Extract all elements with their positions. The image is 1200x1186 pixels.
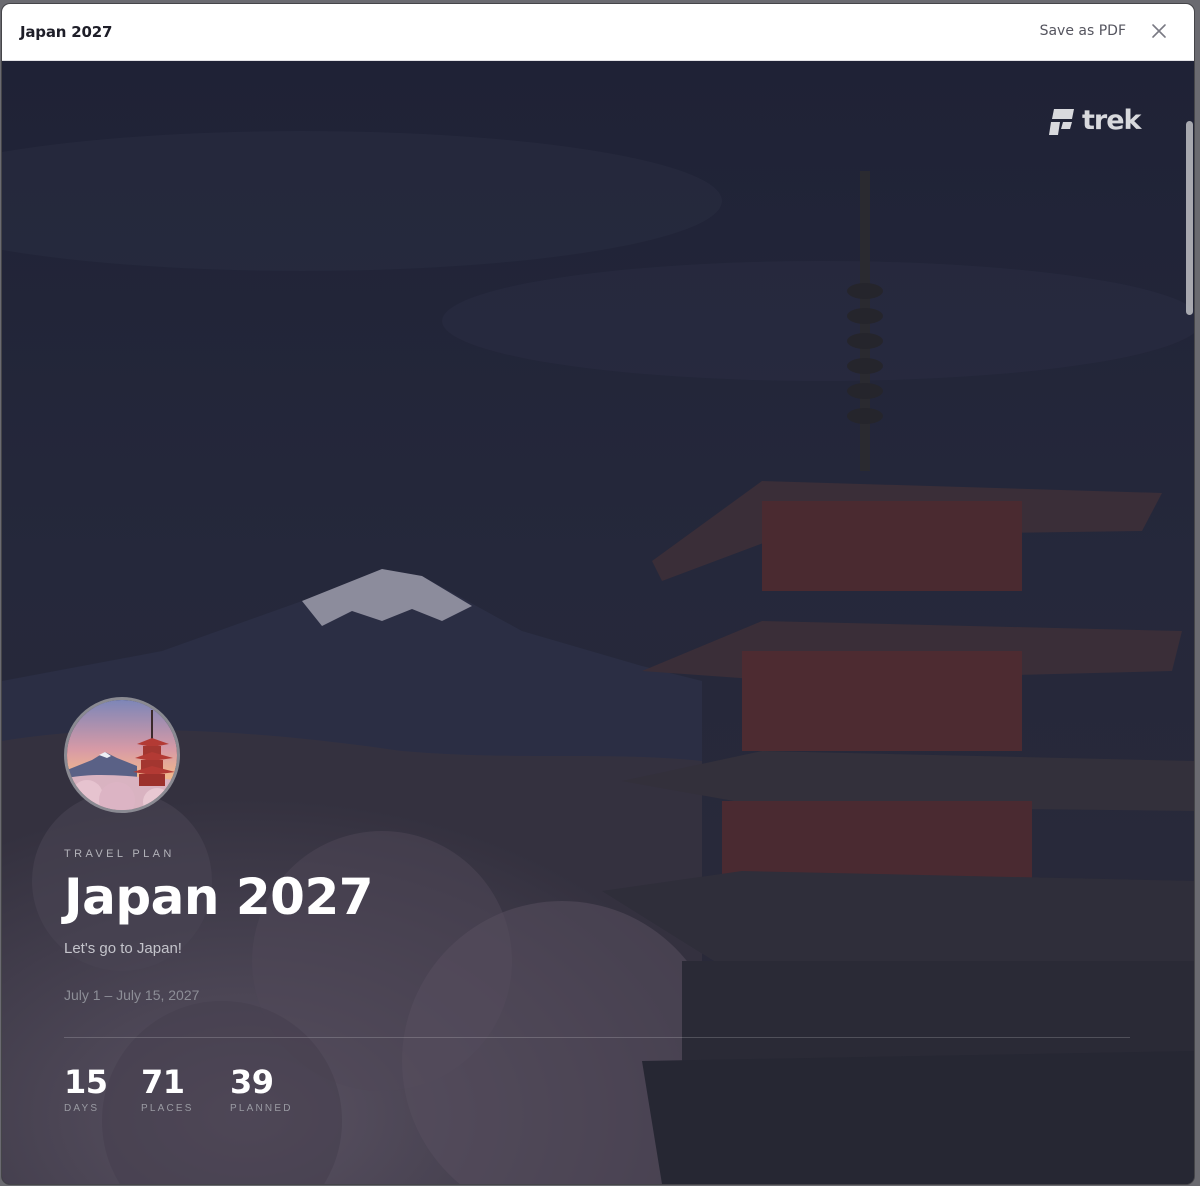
cover-page[interactable]: trek TRAVEL PLAN Japan 2027 Let's go to … xyxy=(2,61,1194,1184)
trip-subtitle: Let's go to Japan! xyxy=(64,940,182,957)
stat-planned: 39 PLANNED xyxy=(230,1063,293,1114)
stat-places: 71 PLACES xyxy=(141,1063,194,1114)
stat-label: PLANNED xyxy=(230,1103,293,1114)
close-button[interactable] xyxy=(1148,20,1170,42)
stat-value: 39 xyxy=(230,1063,274,1101)
trip-print-window: Japan 2027 Save as PDF trek TRAVEL PLAN … xyxy=(2,4,1194,1184)
stat-value: 15 xyxy=(64,1063,108,1101)
trip-cover-thumbnail xyxy=(67,700,177,810)
scrollbar-thumb[interactable] xyxy=(1186,121,1193,315)
stat-label: DAYS xyxy=(64,1103,100,1114)
trip-title: Japan 2027 xyxy=(64,868,374,926)
close-icon xyxy=(1152,24,1166,38)
stat-value: 71 xyxy=(141,1063,185,1101)
trek-logo: trek xyxy=(1048,105,1141,141)
trip-cover-avatar xyxy=(64,697,180,813)
window-title: Japan 2027 xyxy=(20,23,113,41)
logo-text: trek xyxy=(1082,105,1141,136)
stats-divider xyxy=(64,1037,1130,1038)
stat-label: PLACES xyxy=(141,1103,194,1114)
hero-background-image xyxy=(2,61,1194,1184)
trek-logo-icon xyxy=(1049,109,1074,135)
stat-days: 15 DAYS xyxy=(64,1063,108,1114)
title-bar: Japan 2027 Save as PDF xyxy=(2,4,1194,61)
trip-dates: July 1 – July 15, 2027 xyxy=(64,987,200,1003)
save-as-pdf-button[interactable]: Save as PDF xyxy=(1040,23,1126,39)
travel-plan-eyebrow: TRAVEL PLAN xyxy=(64,848,175,860)
